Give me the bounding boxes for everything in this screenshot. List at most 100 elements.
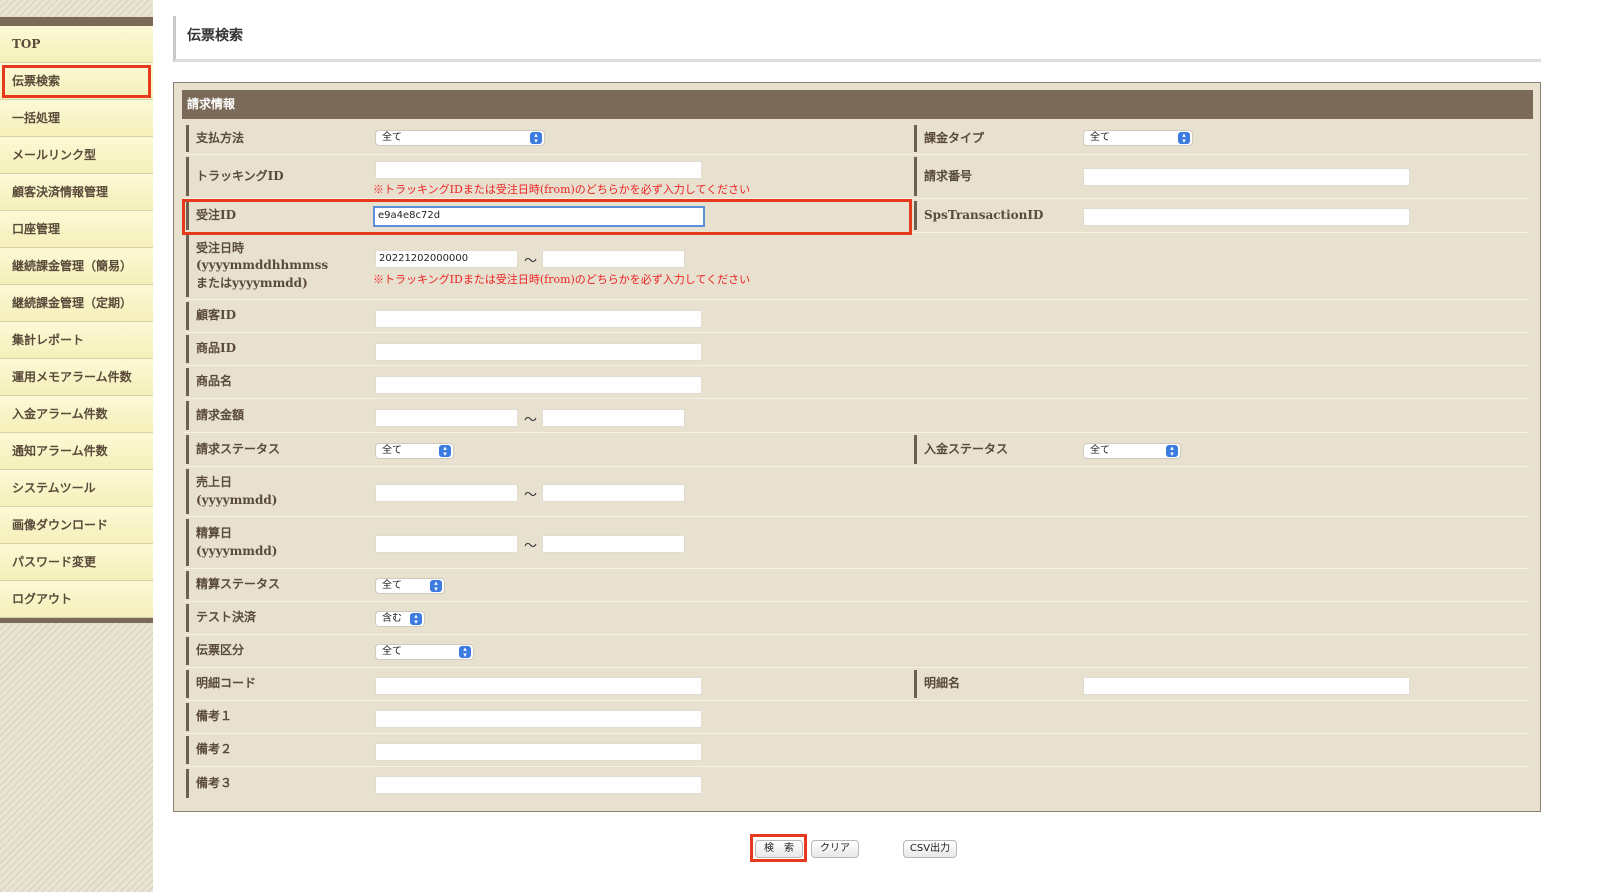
row-product-id: 商品ID (184, 333, 1529, 366)
detail-code-label: 明細コード (186, 670, 366, 698)
payment-method-select[interactable]: 全て ▴ ▾ (375, 130, 545, 146)
order-datetime-label-line1: 受注日時 (196, 240, 245, 255)
row-product-name: 商品名 (184, 366, 1529, 399)
chevron-updown-icon: ▴ ▾ (439, 445, 451, 458)
sidebar-item-notification-alarms[interactable]: 通知アラーム件数 (0, 433, 153, 470)
test-payment-label: テスト決済 (186, 604, 366, 632)
row-slip-category: 伝票区分 全て ▴ ▾ (184, 635, 1529, 668)
chevron-updown-icon: ▴ ▾ (530, 132, 542, 145)
remarks2-input[interactable] (375, 743, 702, 761)
panel-header: 請求情報 (182, 90, 1533, 119)
invoice-number-label: 請求番号 (914, 157, 1074, 196)
row-remarks3: 備考３ (184, 767, 1529, 800)
row-remarks1: 備考１ (184, 701, 1529, 734)
row-settlement-date: 精算日 (yyyymmdd) ～ (184, 517, 1529, 569)
sidebar-item-summary-report[interactable]: 集計レポート (0, 322, 153, 359)
sidebar: TOP 伝票検索 一括処理 メールリンク型 顧客決済情報管理 口座管理 継続課金… (0, 0, 153, 892)
sidebar-item-batch-processing[interactable]: 一括処理 (0, 100, 153, 137)
billing-amount-label: 請求金額 (186, 401, 366, 430)
sidebar-item-recurring-simple[interactable]: 継続課金管理（簡易） (0, 248, 153, 285)
sidebar-bottom-bar (0, 618, 153, 623)
order-id-label: 受注ID (186, 201, 366, 230)
order-datetime-from-input[interactable]: 20221202000000 (375, 250, 518, 268)
settlement-date-label-line1: 精算日 (196, 526, 233, 541)
sidebar-item-system-tools[interactable]: システムツール (0, 470, 153, 507)
order-id-input[interactable]: e9a4e8c72d (373, 206, 705, 227)
sidebar-item-top[interactable]: TOP (0, 26, 153, 63)
settlement-date-label: 精算日 (yyyymmdd) (186, 519, 366, 566)
product-id-input[interactable] (375, 343, 702, 361)
row-settlement-status: 精算ステータス 全て ▴ ▾ (184, 569, 1529, 602)
detail-name-input[interactable] (1083, 677, 1410, 695)
payment-method-label: 支払方法 (186, 125, 366, 152)
remarks3-input[interactable] (375, 776, 702, 794)
chevron-updown-icon: ▴ ▾ (1166, 445, 1178, 458)
sidebar-menu: TOP 伝票検索 一括処理 メールリンク型 顧客決済情報管理 口座管理 継続課金… (0, 26, 153, 623)
sales-date-label-line2: (yyyymmdd) (196, 492, 278, 507)
detail-name-label: 明細名 (914, 670, 1074, 698)
sidebar-item-customer-payment-info[interactable]: 顧客決済情報管理 (0, 174, 153, 211)
settlement-date-from-input[interactable] (375, 535, 518, 553)
sidebar-item-mail-link[interactable]: メールリンク型 (0, 137, 153, 174)
chevron-updown-icon: ▴ ▾ (430, 580, 442, 593)
sidebar-item-recurring-scheduled[interactable]: 継続課金管理（定期） (0, 285, 153, 322)
settlement-date-to-input[interactable] (542, 535, 685, 553)
order-datetime-label: 受注日時 (yyyymmddhhmmss またはyyyymmdd) (186, 235, 366, 297)
remarks3-label: 備考３ (186, 769, 366, 798)
settlement-status-select[interactable]: 全て ▴ ▾ (375, 578, 445, 594)
order-datetime-to-input[interactable] (542, 250, 685, 268)
clear-button[interactable]: クリア (811, 840, 859, 858)
search-button[interactable]: 検 索 (755, 840, 803, 858)
billing-type-select[interactable]: 全て ▴ ▾ (1083, 130, 1193, 146)
sidebar-item-payment-alarms[interactable]: 入金アラーム件数 (0, 396, 153, 433)
billing-status-select[interactable]: 全て ▴ ▾ (375, 443, 454, 459)
row-detail-code: 明細コード 明細名 (184, 668, 1529, 701)
order-datetime-note: ※トラッキングIDまたは受注日時(from)のどちらかを必ず入力してください (373, 273, 751, 286)
row-payment-method: 支払方法 全て ▴ ▾ 課金タイプ 全て ▴ ▾ (184, 123, 1529, 155)
test-payment-select[interactable]: 含む ▴ ▾ (375, 611, 425, 627)
product-name-label: 商品名 (186, 368, 366, 396)
customer-id-input[interactable] (375, 310, 702, 328)
sidebar-item-logout[interactable]: ログアウト (0, 581, 153, 618)
slip-category-label: 伝票区分 (186, 637, 366, 665)
invoice-number-input[interactable] (1083, 168, 1410, 186)
order-datetime-label-line2: (yyyymmddhhmmss (196, 258, 329, 273)
row-billing-amount: 請求金額 ～ (184, 399, 1529, 433)
billing-amount-to-input[interactable] (542, 409, 685, 427)
tracking-id-input[interactable] (375, 161, 702, 179)
sales-date-label: 売上日 (yyyymmdd) (186, 469, 366, 514)
row-remarks2: 備考２ (184, 734, 1529, 767)
slip-category-select[interactable]: 全て ▴ ▾ (375, 644, 474, 660)
row-billing-status: 請求ステータス 全て ▴ ▾ 入金ステータス 全て ▴ ▾ (184, 433, 1529, 467)
product-name-input[interactable] (375, 376, 702, 394)
remarks1-input[interactable] (375, 710, 702, 728)
tracking-id-label: トラッキングID (186, 157, 366, 196)
csv-export-button[interactable]: CSV出力 (903, 840, 957, 858)
settlement-status-label: 精算ステータス (186, 571, 366, 599)
sidebar-top-bar (0, 17, 153, 26)
sidebar-item-account-management[interactable]: 口座管理 (0, 211, 153, 248)
detail-code-input[interactable] (375, 677, 702, 695)
row-order-datetime: 受注日時 (yyyymmddhhmmss またはyyyymmdd) 202212… (184, 233, 1529, 300)
sidebar-item-slip-search[interactable]: 伝票検索 (0, 63, 153, 100)
row-sales-date: 売上日 (yyyymmdd) ～ (184, 467, 1529, 517)
sales-date-to-input[interactable] (542, 484, 685, 502)
customer-id-label: 顧客ID (186, 302, 366, 330)
range-tilde: ～ (524, 488, 538, 503)
search-panel: 請求情報 支払方法 全て ▴ ▾ 課金タイプ 全て ▴ ▾ トラッキングID ※トラッキ… (173, 82, 1541, 812)
payment-status-select[interactable]: 全て ▴ ▾ (1083, 443, 1181, 459)
sps-transaction-id-input[interactable] (1083, 208, 1410, 226)
sidebar-item-password-change[interactable]: パスワード変更 (0, 544, 153, 581)
chevron-updown-icon: ▴ ▾ (1178, 132, 1190, 145)
row-tracking-id: トラッキングID ※トラッキングIDまたは受注日時(from)のどちらかを必ず入… (184, 155, 1529, 199)
row-test-payment: テスト決済 含む ▴ ▾ (184, 602, 1529, 635)
sidebar-item-memo-alarms[interactable]: 運用メモアラーム件数 (0, 359, 153, 396)
chevron-updown-icon: ▴ ▾ (410, 613, 422, 626)
range-tilde: ～ (524, 413, 538, 428)
row-order-id: 受注ID e9a4e8c72d SpsTransactionID (184, 199, 1529, 233)
sidebar-item-image-download[interactable]: 画像ダウンロード (0, 507, 153, 544)
settlement-date-label-line2: (yyyymmdd) (196, 543, 278, 558)
sales-date-from-input[interactable] (375, 484, 518, 502)
remarks2-label: 備考２ (186, 736, 366, 764)
billing-amount-from-input[interactable] (375, 409, 518, 427)
